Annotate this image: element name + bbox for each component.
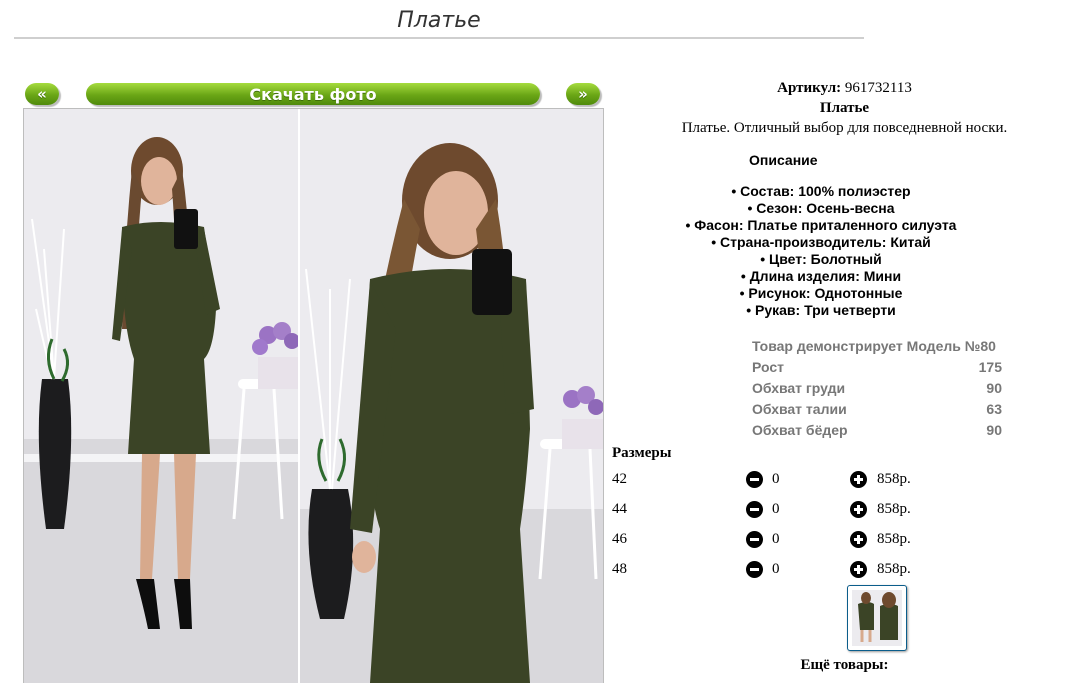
feature-list: • Состав: 100% полиэстер • Сезон: Осень-…	[612, 183, 1030, 319]
product-short-description: Платье. Отличный выбор для повседневной …	[681, 120, 1008, 136]
model-heading: Товар демонстрирует Модель №80	[752, 336, 1002, 357]
plus-circle-icon[interactable]	[850, 531, 867, 548]
feature-item: • Страна-производитель: Китай	[711, 234, 931, 250]
size-label: 48	[612, 561, 627, 577]
feature-item: • Цвет: Болотный	[760, 251, 882, 267]
size-price: 858р.	[877, 531, 911, 547]
size-label: 42	[612, 471, 627, 487]
model-heading-text: Товар демонстрирует Модель №80	[752, 338, 996, 354]
product-photo-closeup[interactable]	[300, 109, 603, 683]
photo-illustration	[300, 109, 603, 683]
product-photo-full-length[interactable]	[24, 109, 300, 683]
model-row-label: Обхват груди	[752, 380, 846, 396]
next-photo-button[interactable]: »	[566, 83, 600, 105]
product-name: Платье	[819, 100, 870, 116]
plus-circle-icon[interactable]	[850, 561, 867, 578]
feature-item: • Сезон: Осень-весна	[747, 200, 895, 216]
article-value: 961732113	[844, 80, 912, 96]
model-row: Обхват талии 63	[752, 399, 1002, 420]
article-line: Артикул: 961732113	[612, 80, 1077, 97]
page-title: Платье	[397, 8, 481, 33]
size-label: 44	[612, 501, 627, 517]
size-row: 44 0 858р.	[612, 499, 1032, 521]
feature-item: • Состав: 100% полиэстер	[731, 183, 911, 199]
feature-item: • Фасон: Платье приталенного силуэта	[685, 217, 957, 233]
model-measurements: Товар демонстрирует Модель №80 Рост 175 О…	[752, 336, 1002, 441]
model-row-value: 90	[986, 380, 1002, 396]
model-row-value: 90	[986, 422, 1002, 438]
minus-circle-icon[interactable]	[746, 501, 763, 518]
photo-illustration	[24, 109, 298, 683]
description-heading: Описание	[749, 152, 818, 168]
product-thumbnail[interactable]	[847, 585, 907, 651]
size-label: 46	[612, 531, 627, 547]
size-price: 858р.	[877, 561, 911, 577]
size-row: 48 0 858р.	[612, 559, 1032, 581]
size-price: 858р.	[877, 471, 911, 487]
size-row: 42 0 858р.	[612, 469, 1032, 491]
plus-circle-icon[interactable]	[850, 471, 867, 488]
minus-circle-icon[interactable]	[746, 471, 763, 488]
size-row: 46 0 858р.	[612, 529, 1032, 551]
model-row-value: 63	[986, 401, 1002, 417]
model-row: Обхват груди 90	[752, 378, 1002, 399]
article-label: Артикул:	[777, 80, 842, 96]
feature-item: • Рукав: Три четверти	[746, 302, 896, 318]
minus-circle-icon[interactable]	[746, 531, 763, 548]
plus-circle-icon[interactable]	[850, 501, 867, 518]
prev-photo-button[interactable]: «	[25, 83, 59, 105]
model-row-value: 175	[978, 359, 1002, 375]
photo-gallery	[23, 108, 604, 683]
feature-item: • Рисунок: Однотонные	[739, 285, 903, 301]
more-products-links	[712, 676, 1012, 686]
minus-circle-icon[interactable]	[746, 561, 763, 578]
feature-item: • Длина изделия: Мини	[740, 268, 902, 284]
model-row: Рост 175	[752, 357, 1002, 378]
model-row: Обхват бёдер 90	[752, 420, 1002, 441]
thumbnail-illustration	[852, 590, 902, 646]
model-row-label: Рост	[752, 359, 784, 375]
model-row-label: Обхват бёдер	[752, 422, 848, 438]
sizes-heading: Размеры	[612, 445, 672, 461]
model-row-label: Обхват талии	[752, 401, 847, 417]
download-photo-button[interactable]: Скачать фото	[86, 83, 540, 105]
quantity-value: 0	[772, 471, 780, 487]
more-products-heading: Ещё товары:	[800, 657, 889, 673]
size-price: 858р.	[877, 501, 911, 517]
title-divider	[14, 37, 864, 39]
quantity-value: 0	[772, 561, 780, 577]
quantity-value: 0	[772, 501, 780, 517]
quantity-value: 0	[772, 531, 780, 547]
